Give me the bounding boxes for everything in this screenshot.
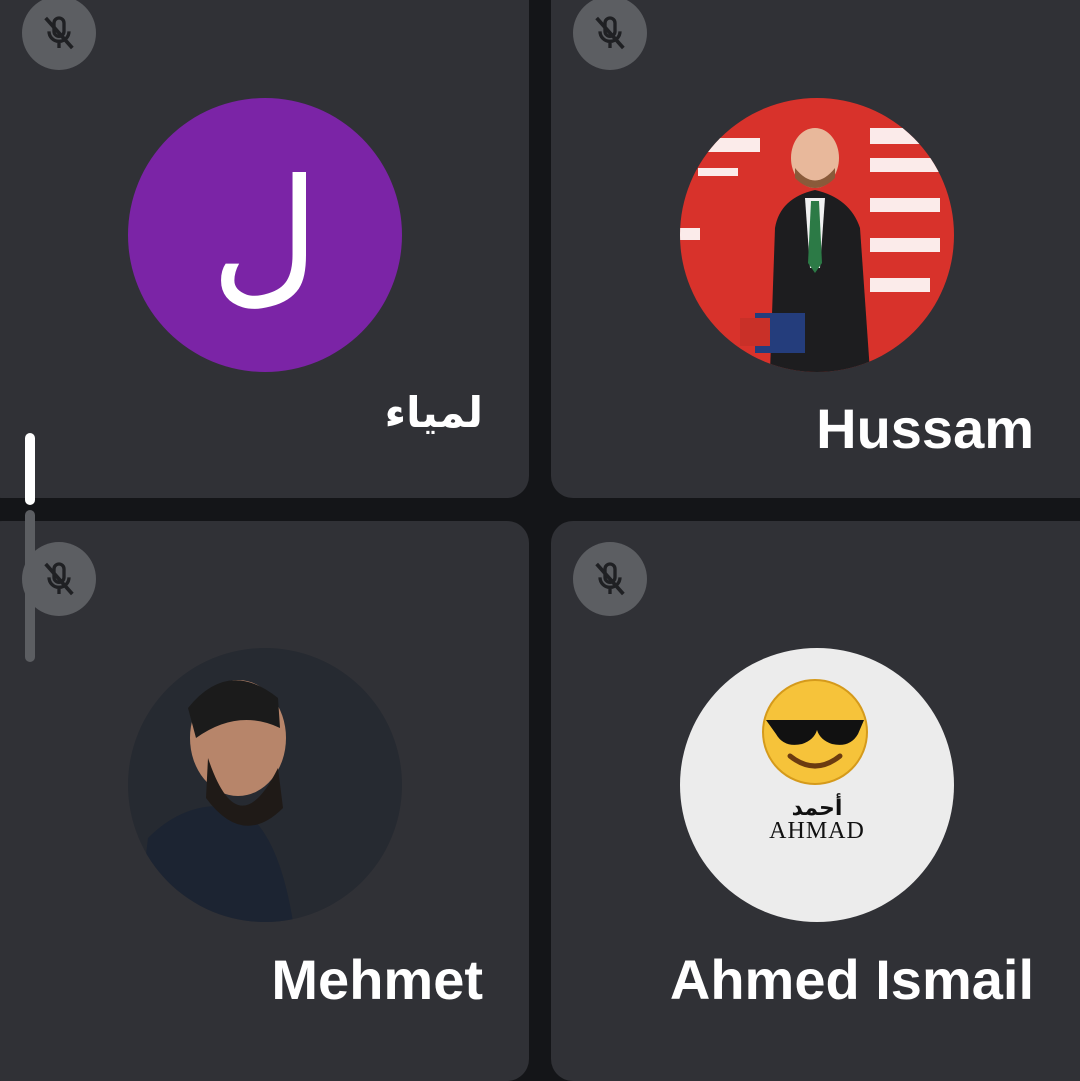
mic-off-icon <box>573 0 647 70</box>
scrollbar-thumb[interactable] <box>25 433 35 505</box>
avatar-initial: ل <box>210 148 320 322</box>
participant-name: Mehmet <box>271 948 483 1011</box>
avatar <box>680 98 954 372</box>
participant-tile-lamia[interactable]: ل لمياء <box>0 0 529 498</box>
participant-name: Hussam <box>816 397 1034 460</box>
participant-tile-hussam[interactable]: Hussam <box>551 0 1080 498</box>
avatar-text-english: AHMAD <box>769 818 865 844</box>
participant-name: Ahmed Ismail <box>669 948 1034 1011</box>
avatar: أحمد AHMAD <box>680 648 954 922</box>
participant-tile-ahmed-ismail[interactable]: أحمد AHMAD Ahmed Ismail <box>551 521 1080 1081</box>
mic-off-icon <box>573 542 647 616</box>
avatar <box>128 648 402 922</box>
participant-name: لمياء <box>384 388 483 437</box>
avatar: ل <box>128 98 402 372</box>
participant-tile-mehmet[interactable]: Mehmet <box>0 521 529 1081</box>
scrollbar-track[interactable] <box>25 510 35 662</box>
mic-off-icon <box>22 0 96 70</box>
sunglasses-emoji-icon <box>762 679 868 785</box>
